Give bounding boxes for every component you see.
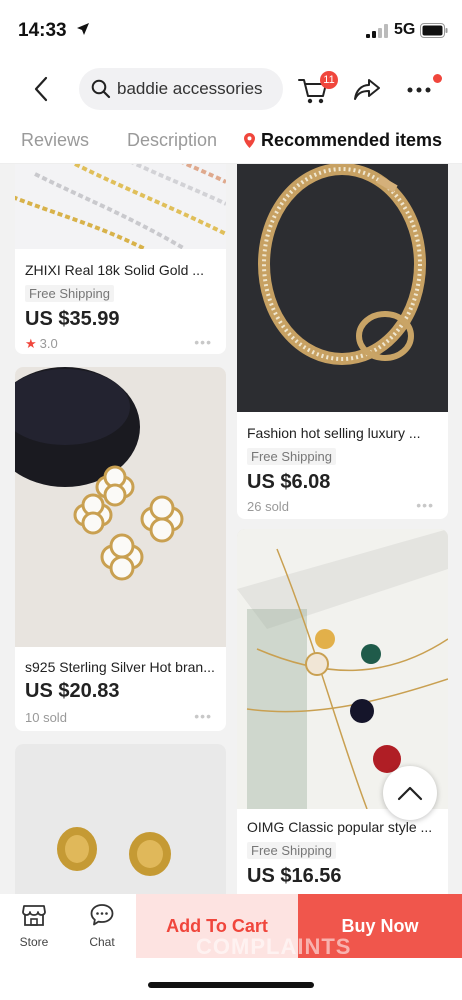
signal-icon xyxy=(366,24,388,38)
location-pin-icon xyxy=(244,133,255,148)
free-shipping-tag: Free Shipping xyxy=(25,285,114,302)
product-tabs: Reviews Description Recommended items xyxy=(0,120,462,164)
free-shipping-tag: Free Shipping xyxy=(247,448,336,465)
product-image xyxy=(15,164,226,249)
product-title: OIMG Classic popular style ... xyxy=(247,819,433,835)
more-options-button[interactable] xyxy=(404,74,444,104)
product-card[interactable] xyxy=(15,744,226,894)
product-price: US $16.56 xyxy=(247,865,342,887)
battery-icon xyxy=(420,23,448,38)
top-nav: baddie accessories 11 xyxy=(0,60,462,118)
sold-count: 26 sold xyxy=(247,499,289,514)
chevron-up-icon xyxy=(397,786,423,801)
card-more-icon[interactable]: ••• xyxy=(416,497,434,513)
search-query: baddie accessories xyxy=(117,79,263,98)
tab-description[interactable]: Description xyxy=(127,130,217,151)
store-icon xyxy=(22,905,46,926)
notification-dot xyxy=(433,74,442,83)
more-icon xyxy=(407,87,431,93)
share-button[interactable] xyxy=(352,74,382,104)
cart-count-badge: 11 xyxy=(320,71,338,89)
chat-icon xyxy=(90,904,114,926)
product-rating: ★ 3.0 xyxy=(25,336,58,352)
chat-label: Chat xyxy=(89,935,115,949)
product-card[interactable]: OIMG Classic popular style ... Free Ship… xyxy=(237,529,448,894)
card-more-icon[interactable]: ••• xyxy=(194,334,212,350)
share-icon xyxy=(354,79,380,100)
home-indicator[interactable] xyxy=(148,982,314,988)
status-bar: 14:33 5G xyxy=(0,0,462,60)
tab-recommended-items[interactable]: Recommended items xyxy=(244,130,442,151)
free-shipping-tag: Free Shipping xyxy=(247,842,336,859)
rating-value: 3.0 xyxy=(39,336,58,351)
product-image xyxy=(15,744,226,894)
star-icon: ★ xyxy=(25,336,37,351)
product-card[interactable]: s925 Sterling Silver Hot bran... US $20.… xyxy=(15,367,226,731)
product-image xyxy=(237,164,448,412)
product-title: Fashion hot selling luxury ... xyxy=(247,425,421,441)
network-type: 5G xyxy=(394,21,416,38)
product-title: ZHIXI Real 18k Solid Gold ... xyxy=(25,262,204,278)
search-icon xyxy=(91,79,111,99)
product-price: US $35.99 xyxy=(25,308,120,330)
chevron-left-icon xyxy=(34,76,48,102)
sold-count: 10 sold xyxy=(25,710,67,725)
product-title: s925 Sterling Silver Hot bran... xyxy=(25,659,215,675)
product-card[interactable]: ZHIXI Real 18k Solid Gold ... Free Shipp… xyxy=(15,164,226,354)
watermark: COMPLAINTS xyxy=(196,934,352,959)
scroll-to-top-button[interactable] xyxy=(383,766,437,820)
store-button[interactable]: Store xyxy=(14,902,54,949)
search-bar[interactable]: baddie accessories xyxy=(79,68,283,110)
product-price: US $20.83 xyxy=(25,680,120,702)
product-price: US $6.08 xyxy=(247,471,331,493)
card-more-icon[interactable]: ••• xyxy=(194,708,212,724)
status-time: 14:33 xyxy=(18,20,67,41)
location-arrow-icon xyxy=(77,23,89,35)
product-card[interactable]: Fashion hot selling luxury ... Free Ship… xyxy=(237,164,448,519)
tab-reviews[interactable]: Reviews xyxy=(21,130,89,151)
back-button[interactable] xyxy=(26,74,56,104)
tab-recommended-label: Recommended items xyxy=(261,130,443,150)
cart-button[interactable]: 11 xyxy=(296,71,340,106)
chat-button[interactable]: Chat xyxy=(82,902,122,949)
product-image xyxy=(15,367,226,647)
store-label: Store xyxy=(19,935,49,949)
